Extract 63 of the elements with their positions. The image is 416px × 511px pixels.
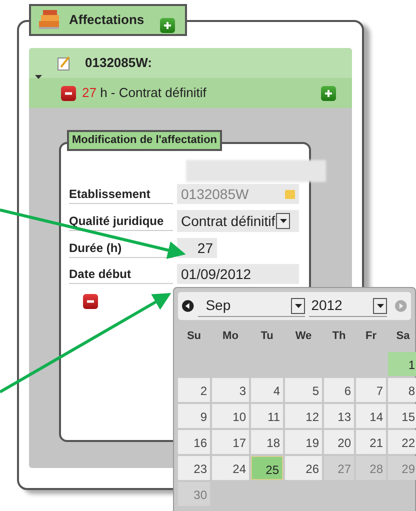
calendar-day[interactable]: 26 [285,456,322,480]
weekday-label: Su [186,329,202,344]
calendar-day[interactable]: 20 [324,430,354,454]
weekday-label: Sa [395,329,411,344]
calendar-day: 30 [178,482,210,506]
edit-note-icon[interactable] [57,55,71,71]
calendar-day[interactable]: 15 [388,404,416,428]
calendar-day[interactable]: 22 [388,430,416,454]
dialog-title: Modification de l'affectation [67,130,222,150]
calendar-day[interactable]: 3 [212,378,249,402]
field-label: Qualité juridique [69,212,173,230]
calendar-day[interactable]: 7 [356,378,386,402]
calendar-day[interactable]: 18 [251,430,283,454]
calendar-day[interactable]: 23 [178,456,210,480]
remove-icon[interactable] [83,294,98,309]
field-label: Durée (h) [69,238,173,258]
calendar-day[interactable]: 1 [388,352,416,376]
month-select[interactable]: Sep [206,295,292,316]
calendar-day[interactable]: 2 [178,378,210,402]
year-select[interactable]: 2012 [311,295,374,316]
calendar-day: 27 [324,456,354,480]
calendar-day[interactable]: 11 [251,404,283,428]
previous-month-icon[interactable] [182,300,194,312]
calendar-day: 29 [388,456,416,480]
calendar-day[interactable]: 12 [285,404,322,428]
date-field[interactable]: 01/09/2012 [177,264,299,284]
calendar-day[interactable]: 17 [212,430,249,454]
calendar-day[interactable]: 24 [212,456,249,480]
section-title: Affectations [69,11,144,30]
calendar-day[interactable]: 25 [251,456,283,480]
dropdown-button[interactable] [276,213,290,229]
group-code: 0132085W: [85,54,152,72]
remove-icon[interactable] [61,86,76,100]
weekday-label: Th [331,329,347,344]
calendar-day[interactable]: 10 [212,404,249,428]
add-icon[interactable] [321,86,336,100]
weekday-label: We [294,329,313,344]
calendar-day[interactable]: 8 [388,378,416,402]
calendar-day[interactable]: 19 [285,430,322,454]
calendar-day[interactable]: 14 [356,404,386,428]
field-label: Etablissement [69,184,173,204]
dropdown-button[interactable] [373,298,388,314]
select-field[interactable]: Contrat définitif [177,210,299,232]
folder-icon [285,190,295,198]
calendar-day: 28 [356,456,386,480]
calendar-day[interactable]: 4 [251,378,283,402]
weekday-label: Mo [222,329,240,344]
entry-text: 27 h - Contrat définitif [82,84,208,102]
weekday-label: Tu [260,329,274,344]
number-field[interactable]: 27 [177,238,217,258]
calendar-day[interactable]: 13 [324,404,354,428]
caret-icon [376,304,384,308]
dropdown-button[interactable] [291,298,306,314]
weekday-label: Fr [364,329,378,344]
add-icon[interactable] [160,18,176,32]
field-label: Date début [69,264,173,284]
calendar-day[interactable]: 16 [178,430,210,454]
calendar-day[interactable]: 5 [285,378,322,402]
calendar-day[interactable]: 6 [324,378,354,402]
calendar-day[interactable]: 21 [356,430,386,454]
caret-icon [294,304,302,308]
calendar-day[interactable]: 9 [178,404,210,428]
caret-icon [280,219,287,223]
